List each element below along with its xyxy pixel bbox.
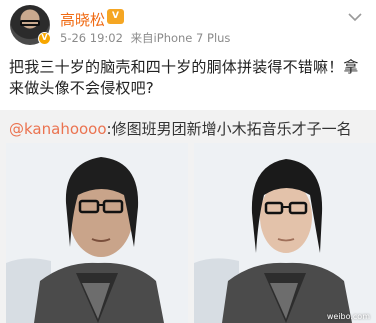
repost-image-original[interactable] [6,143,188,323]
post-source[interactable]: 来自iPhone 7 Plus [131,31,231,45]
repost-text: @kanahoooo:修图班男团新增小木拓音乐才子一名 [9,118,369,139]
glasses-shape [20,20,40,26]
repost-box[interactable]: @kanahoooo:修图班男团新增小木拓音乐才子一名 weibo.com [0,110,376,323]
more-options-button[interactable] [344,10,366,28]
username[interactable]: 高晓松 [60,9,105,30]
repost-image-edited[interactable]: weibo.com [194,143,376,323]
post-header: V 高晓松 V 5-26 19:02 来自iPhone 7 Plus [0,0,376,48]
portrait-original-image [6,143,188,323]
chevron-down-icon [348,13,362,22]
post-text: 把我三十岁的脑壳和四十岁的胴体拼装得不错嘛！拿来做头像不会侵权吧? [9,58,359,97]
repost-body: :修图班男团新增小木拓音乐才子一名 [106,120,352,138]
verified-badge-icon: V [38,32,51,45]
vip-badge-icon[interactable]: V [107,9,124,24]
mention-link[interactable]: @kanahoooo [9,120,107,138]
post-date: 5-26 19:02 [60,31,123,45]
watermark-weibo: weibo.com [326,312,370,321]
post-meta: 5-26 19:02 来自iPhone 7 Plus [60,30,230,46]
portrait-edited-image [194,143,376,323]
